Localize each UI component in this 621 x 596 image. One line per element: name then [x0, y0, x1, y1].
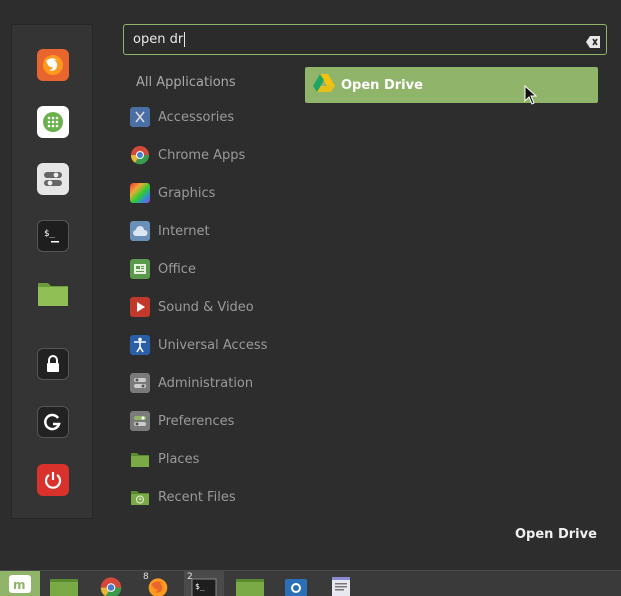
taskbar: m 8 2 $_	[0, 570, 621, 596]
accessories-icon	[130, 107, 150, 127]
window-count-badge: 8	[143, 572, 149, 582]
svg-text:$_: $_	[195, 582, 205, 591]
category-preferences[interactable]: Preferences	[130, 409, 234, 433]
favorites-sidebar: $_	[11, 24, 93, 519]
category-office[interactable]: Office	[130, 257, 196, 281]
terminal-icon[interactable]: $_	[37, 220, 69, 252]
power-icon[interactable]	[37, 464, 69, 496]
category-sound-video[interactable]: Sound & Video	[130, 295, 254, 319]
text-caret	[184, 32, 186, 47]
application-description-title: Open Drive	[515, 527, 597, 542]
preferences-icon	[130, 411, 150, 431]
category-accessories[interactable]: Accessories	[130, 105, 234, 129]
svg-text:m: m	[13, 578, 26, 592]
internet-icon	[130, 221, 150, 241]
category-label: Administration	[158, 375, 254, 391]
category-label: Sound & Video	[158, 299, 254, 315]
category-universal-access[interactable]: Universal Access	[130, 333, 267, 357]
taskbar-chrome-icon[interactable]	[95, 571, 127, 596]
category-internet[interactable]: Internet	[130, 219, 210, 243]
window-count-badge: 2	[187, 572, 193, 582]
category-label: Chrome Apps	[158, 147, 246, 163]
firefox-icon[interactable]	[37, 49, 69, 81]
category-chrome-apps[interactable]: Chrome Apps	[130, 143, 245, 167]
taskbar-screenshot-icon[interactable]	[280, 571, 312, 596]
category-label: Recent Files	[158, 489, 236, 505]
administration-icon	[130, 373, 150, 393]
sound-video-icon	[130, 297, 150, 317]
recent-files-icon	[130, 487, 150, 507]
category-label: Internet	[158, 223, 210, 239]
search-input[interactable]: open dr	[123, 24, 607, 55]
taskbar-terminal-icon[interactable]: 2 $_	[184, 571, 224, 596]
logout-icon[interactable]	[37, 406, 69, 438]
category-label: Accessories	[158, 109, 235, 125]
chrome-apps-icon	[130, 145, 150, 165]
application-menu: $_ open dr All Applications Accessories	[0, 0, 621, 568]
category-administration[interactable]: Administration	[130, 371, 253, 395]
system-settings-icon[interactable]	[37, 163, 69, 195]
category-label: Preferences	[158, 413, 235, 429]
svg-text:$_: $_	[44, 229, 55, 239]
category-all-applications[interactable]: All Applications	[136, 75, 236, 90]
places-folder-icon	[130, 449, 150, 469]
software-manager-icon[interactable]	[37, 106, 69, 138]
files-folder-icon[interactable]	[37, 277, 69, 309]
taskbar-firefox-icon[interactable]: 8	[140, 571, 176, 596]
category-label: Places	[158, 451, 200, 467]
universal-access-icon	[130, 335, 150, 355]
office-icon	[130, 259, 150, 279]
category-label: Office	[158, 261, 196, 277]
graphics-icon	[130, 183, 150, 203]
taskbar-text-editor-icon[interactable]	[326, 571, 356, 596]
mouse-pointer-icon	[524, 84, 538, 109]
mint-menu-button[interactable]: m	[0, 571, 40, 596]
category-label: Graphics	[158, 185, 216, 201]
category-places[interactable]: Places	[130, 447, 199, 471]
taskbar-folder-icon[interactable]	[233, 571, 267, 596]
google-drive-icon	[313, 73, 335, 97]
result-label: Open Drive	[341, 77, 423, 93]
result-open-drive[interactable]: Open Drive	[305, 67, 598, 103]
category-label: Universal Access	[158, 337, 268, 353]
category-recent-files[interactable]: Recent Files	[130, 485, 236, 509]
lock-screen-icon[interactable]	[37, 348, 69, 380]
clear-search-icon[interactable]	[586, 33, 600, 48]
search-query: open dr	[133, 32, 184, 47]
category-graphics[interactable]: Graphics	[130, 181, 215, 205]
taskbar-files-icon[interactable]	[48, 571, 80, 596]
